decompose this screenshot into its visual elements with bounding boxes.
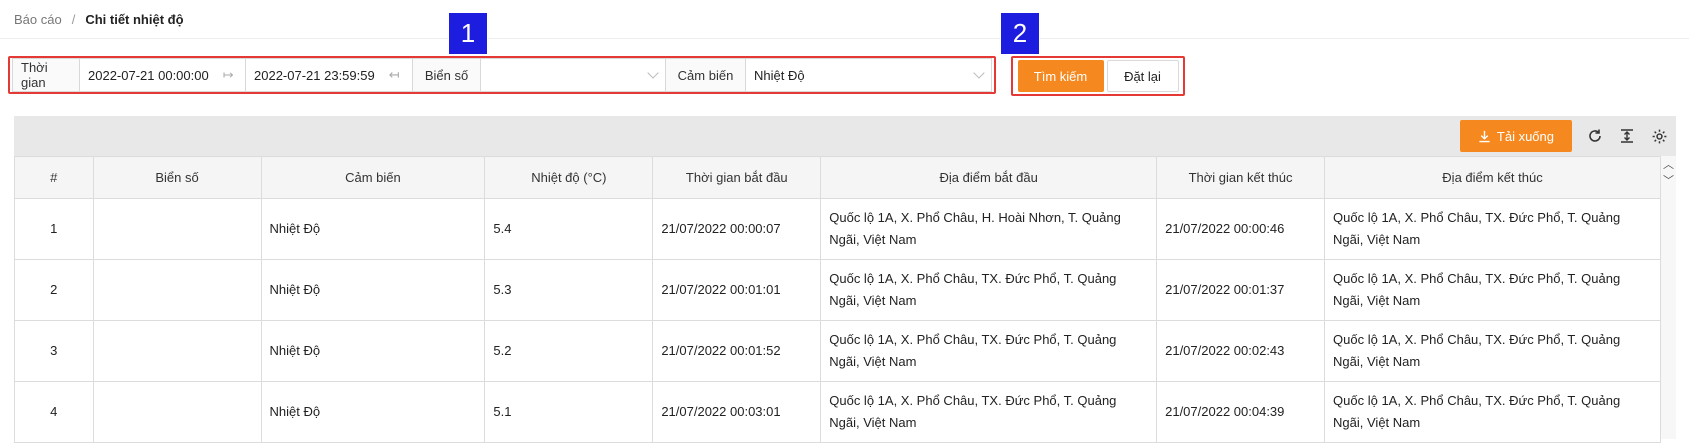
cell-end-time: 21/07/2022 00:00:46: [1156, 198, 1326, 260]
table-scrollbar[interactable]: ︿ ﹀: [1661, 156, 1676, 439]
cell-end-time: 21/07/2022 00:01:37: [1156, 259, 1326, 321]
settings-icon[interactable]: [1650, 127, 1668, 145]
col-start-time[interactable]: Thời gian bắt đầu: [652, 156, 822, 199]
cell-start-time: 21/07/2022 00:00:07: [652, 198, 822, 260]
cell-start-time: 21/07/2022 00:01:52: [652, 320, 822, 382]
time-label: Thời gian: [13, 59, 80, 91]
cell-index: 1: [14, 198, 94, 260]
cell-end-location: Quốc lộ 1A, X. Phổ Châu, TX. Đức Phổ, T.…: [1324, 259, 1661, 321]
cell-start-location: Quốc lộ 1A, X. Phổ Châu, TX. Đức Phổ, T.…: [820, 320, 1158, 382]
arrow-left-to-bar-icon: ↤: [388, 67, 400, 82]
cell-end-location: Quốc lộ 1A, X. Phổ Châu, TX. Đức Phổ, T.…: [1324, 381, 1661, 443]
cell-plate: [92, 320, 262, 382]
arrow-right-to-bar-icon: ↦: [222, 67, 234, 82]
col-end-location[interactable]: Địa điểm kết thúc: [1324, 156, 1661, 199]
report-table: # Biển số Cảm biến Nhiệt độ (°C) Thời gi…: [14, 156, 1661, 443]
cell-start-location: Quốc lộ 1A, X. Phổ Châu, TX. Đức Phổ, T.…: [820, 381, 1158, 443]
annotation-badge-2: 2: [1000, 12, 1040, 55]
cell-start-time: 21/07/2022 00:01:01: [652, 259, 822, 321]
breadcrumb-separator: /: [71, 12, 76, 27]
breadcrumb-parent[interactable]: Báo cáo: [14, 12, 62, 27]
annotation-badge-1: 1: [448, 12, 488, 55]
end-time-value: 2022-07-21 23:59:59: [254, 67, 375, 83]
reset-button[interactable]: Đặt lại: [1106, 60, 1179, 92]
cell-end-location: Quốc lộ 1A, X. Phổ Châu, TX. Đức Phổ, T.…: [1324, 198, 1661, 260]
start-time-value: 2022-07-21 00:00:00: [88, 67, 209, 83]
cell-start-location: Quốc lộ 1A, X. Phổ Châu, H. Hoài Nhơn, T…: [820, 198, 1158, 260]
chevron-up-icon[interactable]: ︿: [1661, 156, 1676, 172]
cell-plate: [92, 259, 262, 321]
cell-temperature: 5.2: [484, 320, 654, 382]
sensor-select[interactable]: Nhiệt Độ: [746, 59, 991, 91]
start-time-input[interactable]: 2022-07-21 00:00:00 ↦: [80, 59, 246, 91]
table-row[interactable]: 3 Nhiệt Độ 5.2 21/07/2022 00:01:52 Quốc …: [14, 320, 1661, 382]
plate-select[interactable]: [481, 59, 666, 91]
cell-sensor: Nhiệt Độ: [260, 259, 486, 321]
col-end-time[interactable]: Thời gian kết thúc: [1156, 156, 1326, 199]
chevron-down-icon[interactable]: ﹀: [1661, 172, 1676, 188]
download-icon: [1479, 130, 1490, 142]
col-sensor[interactable]: Cảm biến: [260, 156, 486, 199]
table-toolbar: Tải xuống: [1459, 116, 1676, 156]
cell-temperature: 5.1: [484, 381, 654, 443]
cell-sensor: Nhiệt Độ: [260, 381, 486, 443]
col-index[interactable]: #: [14, 156, 94, 199]
cell-end-time: 21/07/2022 00:04:39: [1156, 381, 1326, 443]
table-row[interactable]: 2 Nhiệt Độ 5.3 21/07/2022 00:01:01 Quốc …: [14, 259, 1661, 321]
header-divider: [0, 38, 1689, 39]
cell-start-location: Quốc lộ 1A, X. Phổ Châu, TX. Đức Phổ, T.…: [820, 259, 1158, 321]
chevron-down-icon: [973, 67, 985, 79]
cell-sensor: Nhiệt Độ: [260, 320, 486, 382]
breadcrumb-current: Chi tiết nhiệt độ: [85, 12, 184, 27]
cell-plate: [92, 381, 262, 443]
download-label: Tải xuống: [1496, 128, 1554, 144]
col-start-location[interactable]: Địa điểm bắt đầu: [820, 156, 1158, 199]
filter-bar: Thời gian 2022-07-21 00:00:00 ↦ 2022-07-…: [8, 56, 996, 94]
cell-index: 2: [14, 259, 94, 321]
search-button[interactable]: Tìm kiếm: [1017, 60, 1104, 92]
end-time-input[interactable]: 2022-07-21 23:59:59 ↤: [246, 59, 413, 91]
cell-index: 3: [14, 320, 94, 382]
cell-end-location: Quốc lộ 1A, X. Phổ Châu, TX. Đức Phổ, T.…: [1324, 320, 1661, 382]
table-row[interactable]: 4 Nhiệt Độ 5.1 21/07/2022 00:03:01 Quốc …: [14, 381, 1661, 443]
download-button[interactable]: Tải xuống: [1459, 120, 1572, 152]
column-height-icon[interactable]: [1618, 127, 1636, 145]
cell-temperature: 5.4: [484, 198, 654, 260]
sensor-label: Cảm biến: [666, 59, 746, 91]
cell-plate: [92, 198, 262, 260]
sensor-select-value: Nhiệt Độ: [754, 67, 805, 83]
col-temperature[interactable]: Nhiệt độ (°C): [484, 156, 654, 199]
col-plate[interactable]: Biển số: [92, 156, 262, 199]
action-buttons: Tìm kiếm Đặt lại: [1011, 56, 1185, 96]
report-table-panel: Tải xuống # Biển số Cảm biến Nhiệt độ (°…: [14, 116, 1676, 443]
plate-label: Biển số: [413, 59, 481, 91]
breadcrumb: Báo cáo / Chi tiết nhiệt độ: [14, 12, 184, 27]
cell-index: 4: [14, 381, 94, 443]
chevron-down-icon: [647, 67, 659, 79]
cell-start-time: 21/07/2022 00:03:01: [652, 381, 822, 443]
reload-icon[interactable]: [1586, 127, 1604, 145]
cell-sensor: Nhiệt Độ: [260, 198, 486, 260]
cell-temperature: 5.3: [484, 259, 654, 321]
table-row[interactable]: 1 Nhiệt Độ 5.4 21/07/2022 00:00:07 Quốc …: [14, 198, 1661, 260]
cell-end-time: 21/07/2022 00:02:43: [1156, 320, 1326, 382]
table-header-row: # Biển số Cảm biến Nhiệt độ (°C) Thời gi…: [14, 156, 1661, 199]
